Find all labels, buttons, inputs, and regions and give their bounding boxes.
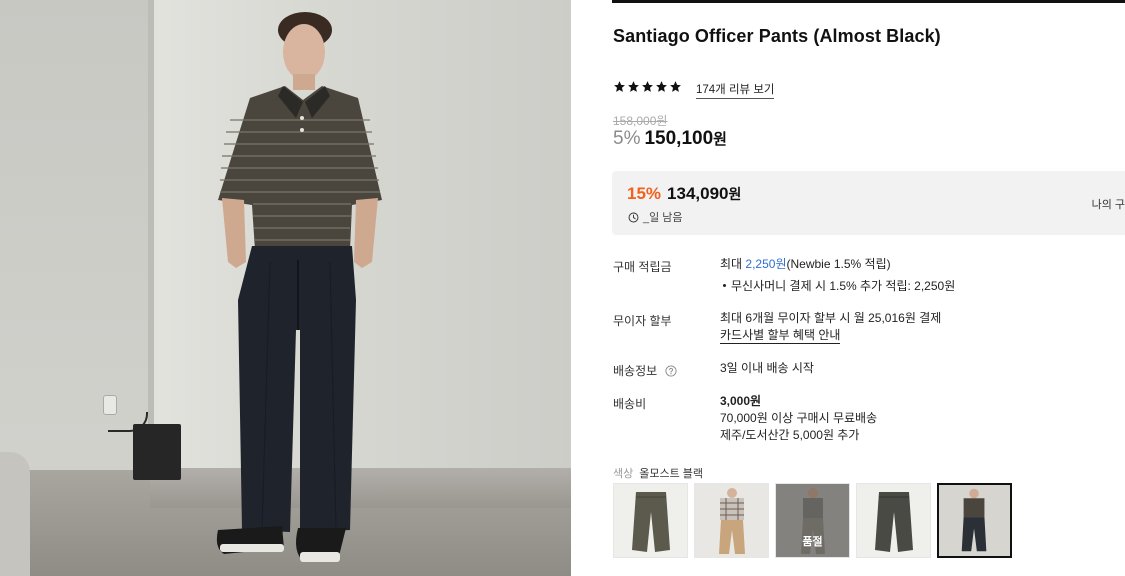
star-icon [656, 81, 667, 92]
shipping-free-condition: 70,000원 이상 구매시 무료배송 [720, 411, 878, 425]
help-icon[interactable] [664, 365, 677, 377]
sale-price-row: 5% 150,100원 [613, 128, 727, 150]
color-label: 색상 [613, 468, 634, 480]
coupon-discount-percent: 15% [627, 184, 662, 203]
points-suffix: (Newbie 1.5% 적립) [786, 257, 891, 271]
color-label-row: 색상 올모스트 블랙 [613, 465, 703, 481]
model-figure [216, 12, 382, 562]
coupon-time-text: _일 남음 [643, 212, 683, 224]
clock-icon [628, 212, 639, 222]
original-price: 158,000원 [613, 114, 668, 128]
coupon-time-left: _일 남음 [628, 209, 683, 225]
coupon-price: 134,090원 [667, 184, 741, 204]
star-icon [614, 81, 625, 92]
points-label: 구매 적립금 [613, 260, 672, 274]
sale-price-unit: 원 [713, 131, 727, 148]
points-value: 최대 2,250원(Newbie 1.5% 적립) [720, 256, 891, 273]
installment-link-wrap: 카드사별 할부 혜택 안내 [720, 327, 841, 344]
top-divider [612, 0, 1125, 3]
star-icon [628, 81, 639, 92]
rating-stars [613, 80, 682, 93]
sold-out-label: 품절 [802, 536, 823, 548]
coupon-price-unit: 원 [728, 186, 742, 202]
sale-price-amount: 150,100 [644, 128, 714, 149]
card-installment-link[interactable]: 카드사별 할부 혜택 안내 [720, 328, 841, 344]
review-link[interactable]: 174개 리뷰 보기 [696, 81, 775, 99]
beige-model-image [695, 484, 768, 557]
color-option-grey-soldout[interactable]: 품절 [775, 483, 850, 558]
shipping-info-label: 배송정보 [613, 364, 658, 378]
product-main-image[interactable] [0, 0, 571, 576]
color-option-charcoal[interactable] [856, 483, 931, 558]
shipping-info-value: 3일 이내 배송 시작 [720, 361, 814, 375]
shipping-fee-label: 배송비 [613, 397, 647, 411]
discount-percent: 5% [613, 128, 641, 149]
sold-out-overlay: 품절 [776, 484, 849, 557]
star-icon [670, 81, 681, 92]
color-option-almost-black[interactable] [937, 483, 1012, 558]
coupon-price-amount: 134,090 [667, 184, 729, 203]
installment-label: 무이자 할부 [613, 314, 672, 328]
my-coupon-link[interactable]: 나의 구 [1092, 196, 1125, 212]
points-prefix: 최대 [720, 257, 746, 271]
sale-price: 150,100원 [644, 128, 727, 150]
coupon-price-row: 15% 134,090원 [627, 184, 741, 204]
olive-pants-image [614, 484, 687, 557]
shipping-jeju-fee: 제주/도서산간 5,000원 추가 [720, 428, 860, 442]
charcoal-pants-image [857, 484, 930, 557]
installment-value: 최대 6개월 무이자 할부 시 월 25,016원 결제 [720, 311, 942, 325]
shipping-fee-value: 3,000원 [720, 394, 762, 408]
color-options: 품절 [613, 483, 1012, 558]
points-amount: 2,250원 [745, 257, 787, 271]
color-option-beige[interactable] [694, 483, 769, 558]
coupon-price-box: 15% 134,090원 _일 남음 나의 구 [612, 171, 1125, 235]
color-option-olive[interactable] [613, 483, 688, 558]
black-model-image [939, 485, 1010, 556]
points-bullet: 무신사머니 결제 시 1.5% 추가 적립: 2,250원 [722, 279, 956, 293]
shipping-info-label-wrap: 배송정보 [613, 362, 677, 379]
star-icon [642, 81, 653, 92]
product-title: Santiago Officer Pants (Almost Black) [613, 26, 941, 46]
color-selected-name: 올모스트 블랙 [639, 468, 704, 480]
